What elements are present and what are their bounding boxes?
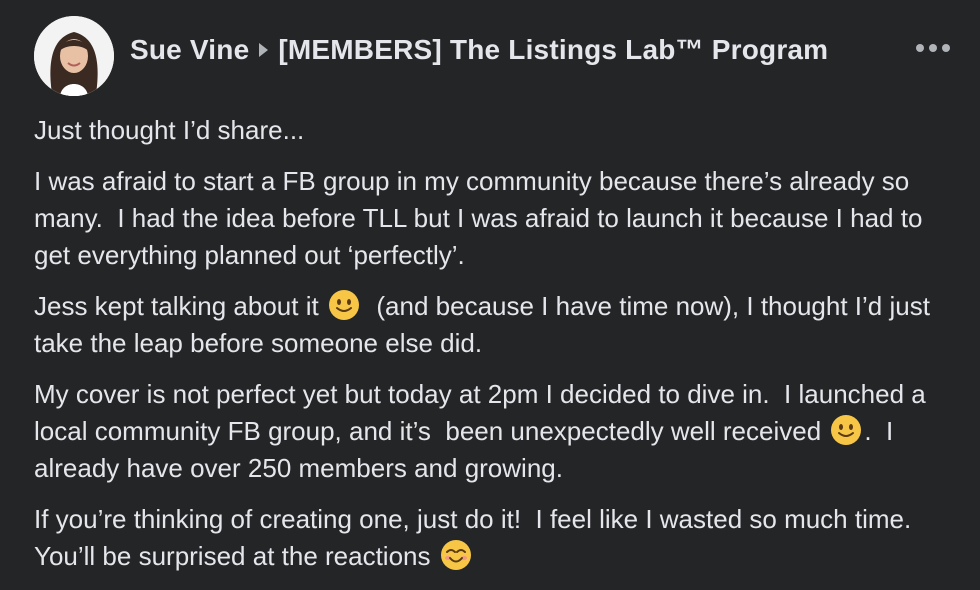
smiling-face-with-smiling-eyes-emoji-icon <box>440 540 471 570</box>
dot <box>929 44 937 52</box>
paragraph-3-text-a: Jess kept talking about it <box>34 291 326 321</box>
dot <box>942 44 950 52</box>
paragraph-1-text: Just thought I’d share... <box>34 115 305 145</box>
paragraph-1: Just thought I’d share... <box>34 112 964 149</box>
avatar[interactable] <box>34 16 114 96</box>
post-header: Sue Vine [MEMBERS] The Listings Lab™ Prog… <box>34 16 960 96</box>
slightly-smiling-face-emoji-icon <box>831 415 862 445</box>
paragraph-4: My cover is not perfect yet but today at… <box>34 376 964 487</box>
author-name-link[interactable]: Sue Vine <box>130 34 249 65</box>
post-card: Sue Vine [MEMBERS] The Listings Lab™ Prog… <box>0 0 980 590</box>
paragraph-5: If you’re thinking of creating one, just… <box>34 501 964 575</box>
paragraph-4-text-a: My cover is not perfect yet but today at… <box>34 379 933 446</box>
slightly-smiling-face-emoji-icon <box>328 290 359 320</box>
dot <box>916 44 924 52</box>
post-title-line: Sue Vine [MEMBERS] The Listings Lab™ Prog… <box>130 34 828 66</box>
paragraph-3: Jess kept talking about it (and because … <box>34 288 964 362</box>
profile-photo <box>34 16 114 96</box>
paragraph-2-text: I was afraid to start a FB group in my c… <box>34 166 930 270</box>
post-body: Just thought I’d share... I was afraid t… <box>34 112 964 589</box>
paragraph-5-text: If you’re thinking of creating one, just… <box>34 504 926 571</box>
paragraph-2: I was afraid to start a FB group in my c… <box>34 163 964 274</box>
group-arrow-icon <box>259 42 269 57</box>
group-name-link[interactable]: [MEMBERS] The Listings Lab™ Program <box>278 34 828 65</box>
more-options-icon[interactable] <box>916 40 950 56</box>
